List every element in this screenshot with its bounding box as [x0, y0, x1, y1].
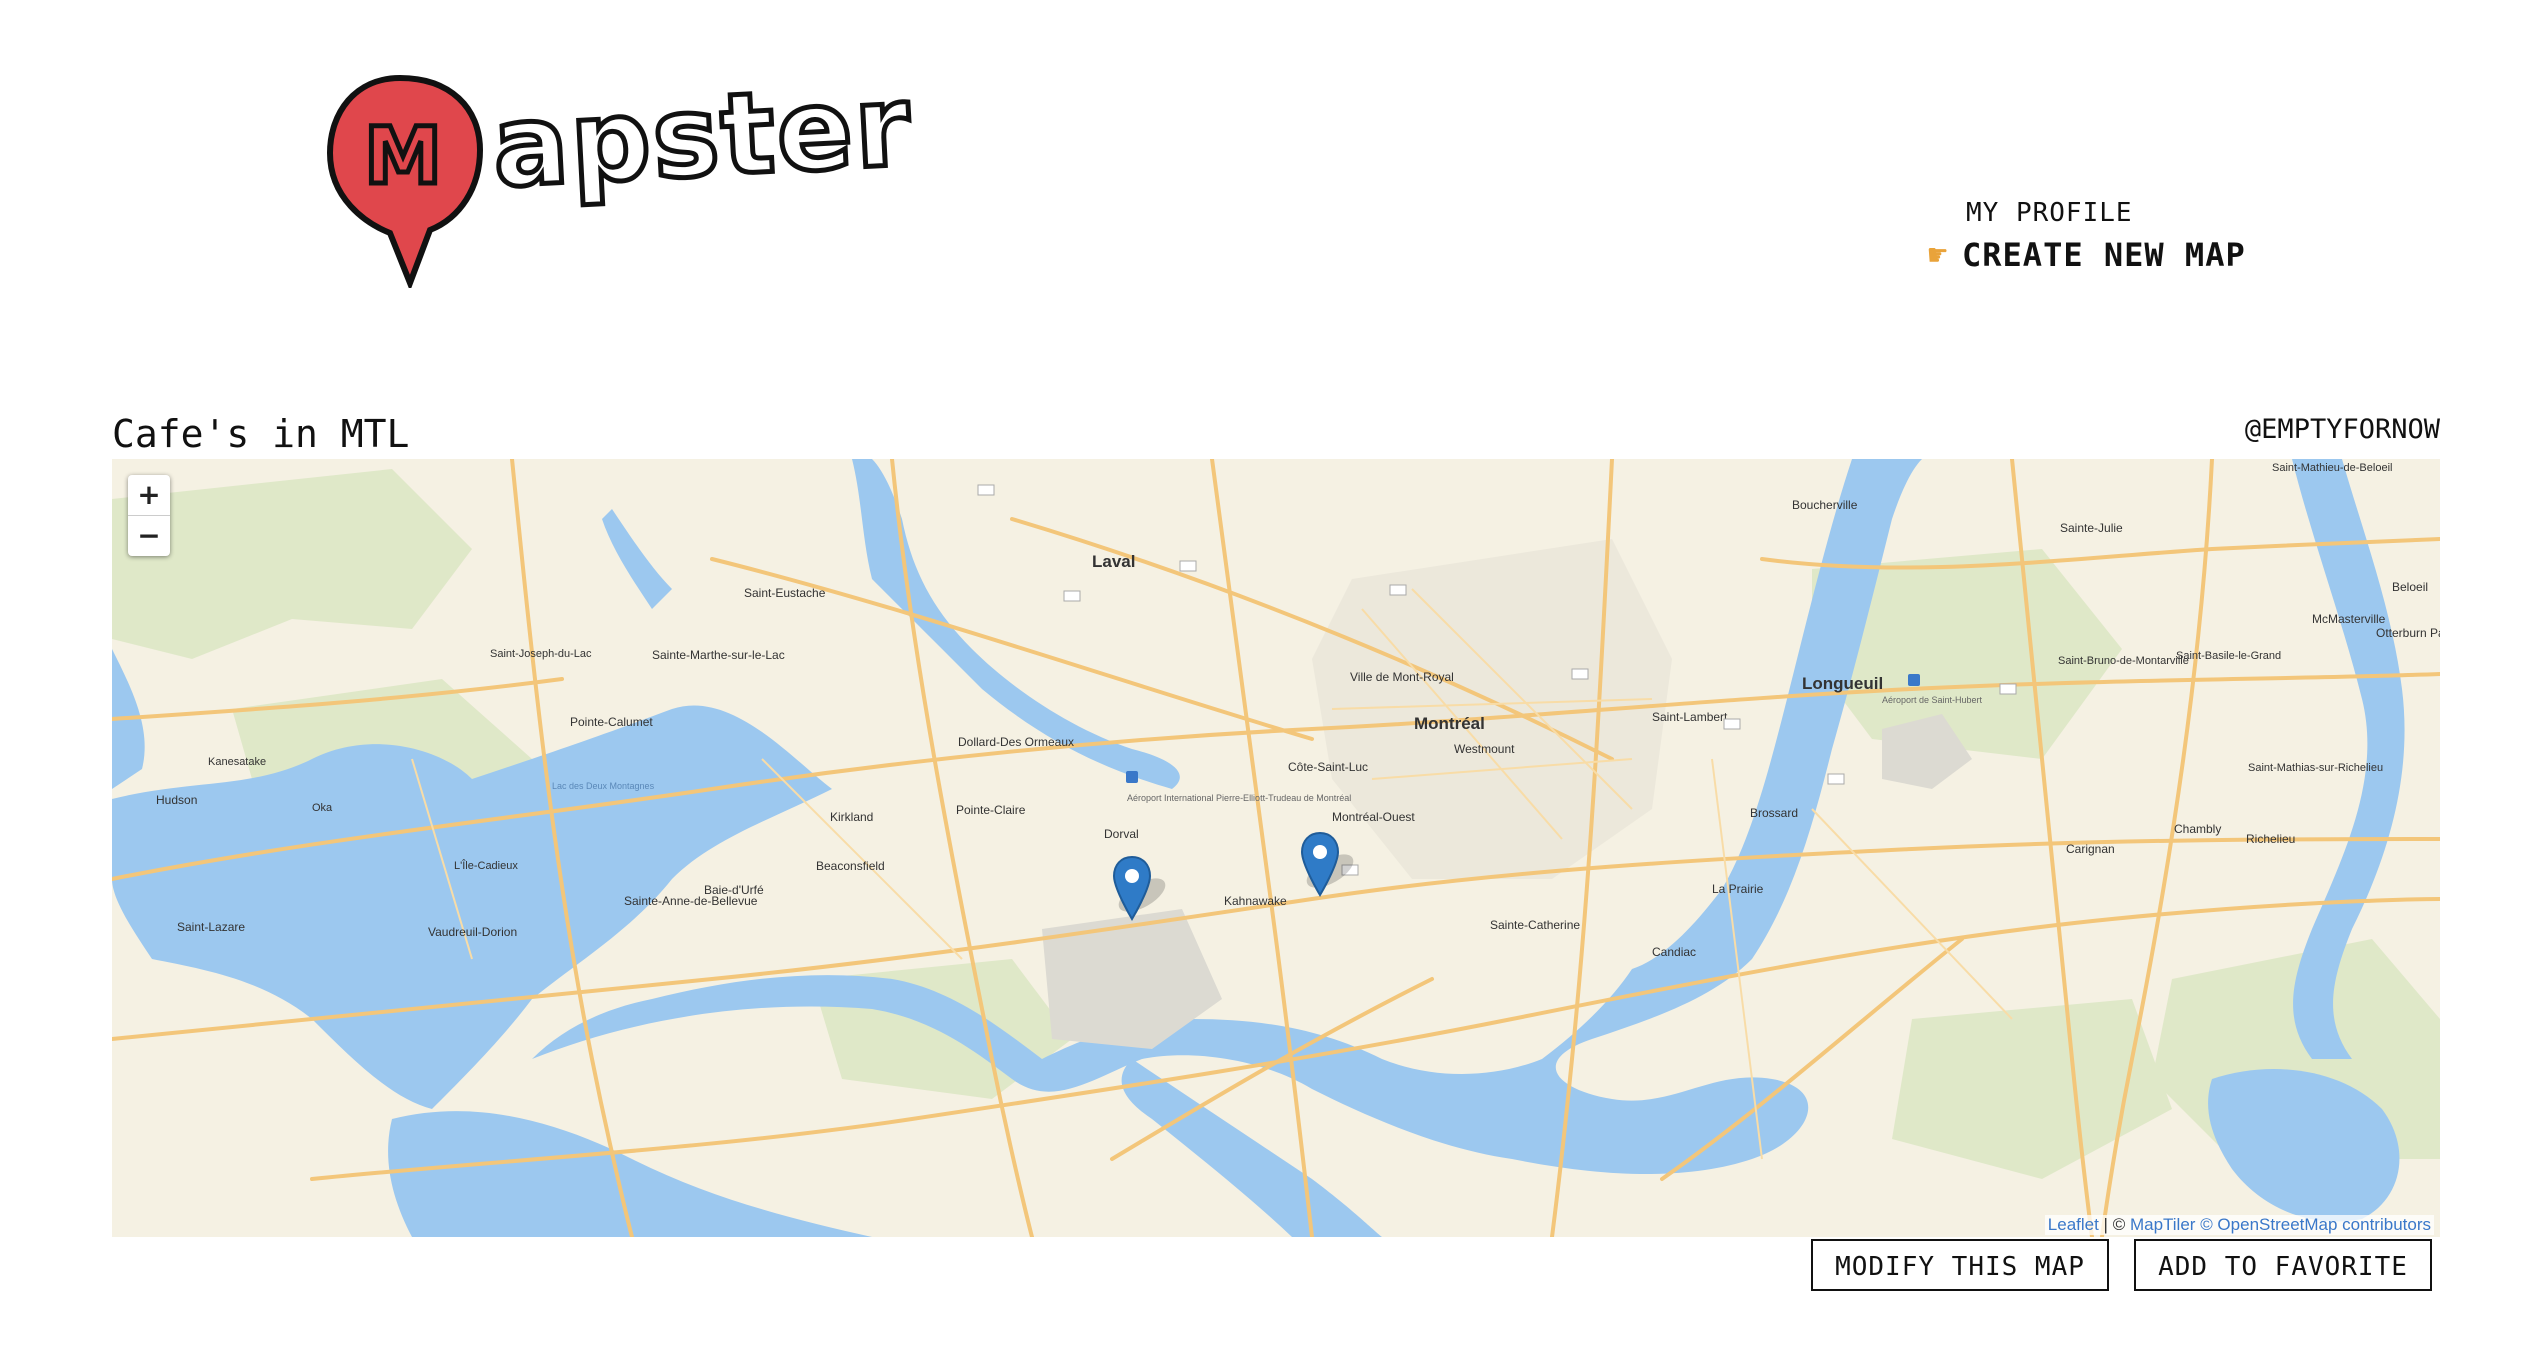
map-author[interactable]: @EMPTYFORNOW [2245, 414, 2440, 445]
nav-create-new-map-link[interactable]: ☛ CREATE NEW MAP [1928, 236, 2246, 274]
label-cote-saint-luc: Côte-Saint-Luc [1288, 760, 1368, 774]
label-ile-cadieux: L'Île-Cadieux [454, 859, 518, 872]
zoom-in-button[interactable]: + [128, 475, 170, 516]
label-beaconsfield: Beaconsfield [816, 859, 885, 873]
map-marker-pin[interactable] [1300, 831, 1340, 897]
nav-create-label: CREATE NEW MAP [1962, 236, 2246, 274]
label-saint-basile: Saint-Basile-le-Grand [2176, 650, 2281, 662]
maptiler-link[interactable]: MapTiler [2130, 1215, 2196, 1234]
label-montreal: Montréal [1414, 714, 1485, 733]
map-attribution: Leaflet | © MapTiler © OpenStreetMap con… [2044, 1215, 2434, 1235]
label-pointe-claire: Pointe-Claire [956, 803, 1026, 817]
label-kirkland: Kirkland [830, 810, 873, 824]
label-kahnawake: Kahnawake [1224, 894, 1287, 908]
label-richelieu: Richelieu [2246, 832, 2295, 846]
label-pointe-calumet: Pointe-Calumet [570, 715, 653, 729]
label-saint-eustache: Saint-Eustache [744, 586, 826, 600]
label-saint-mathias: Saint-Mathias-sur-Richelieu [2248, 762, 2383, 774]
map-pin-icon [1300, 831, 1340, 897]
label-saint-bruno: Saint-Bruno-de-Montarville [2058, 655, 2189, 667]
label-laval: Laval [1092, 552, 1135, 571]
label-beloeil: Beloeil [2392, 580, 2428, 594]
label-montreal-ouest: Montréal-Ouest [1332, 810, 1415, 824]
label-saint-lazare: Saint-Lazare [177, 920, 245, 934]
label-carignan: Carignan [2066, 842, 2115, 856]
label-la-prairie: La Prairie [1712, 882, 1764, 896]
leaflet-link[interactable]: Leaflet [2048, 1215, 2099, 1234]
osm-link[interactable]: © OpenStreetMap contributors [2200, 1215, 2431, 1234]
label-sainte-anne: Sainte-Anne-de-Bellevue [624, 894, 758, 908]
logo-graphic: M apster [326, 59, 917, 292]
label-boucherville: Boucherville [1792, 498, 1858, 512]
label-airport-sh: Aéroport de Saint-Hubert [1882, 695, 1983, 705]
label-airport: Aéroport International Pierre-Elliott-Tr… [1127, 793, 1351, 803]
label-sainte-julie: Sainte-Julie [2060, 521, 2123, 535]
label-saint-lambert: Saint-Lambert [1652, 710, 1728, 724]
label-saint-joseph: Saint-Joseph-du-Lac [490, 648, 592, 660]
label-brossard: Brossard [1750, 806, 1798, 820]
label-oka: Oka [312, 802, 333, 814]
nav-my-profile-link[interactable]: MY PROFILE [1966, 198, 2133, 228]
label-otterburn: Otterburn Pa [2376, 626, 2440, 640]
label-mcmasterville: McMasterville [2312, 612, 2386, 626]
logo-initial: M [364, 112, 442, 202]
label-candiac: Candiac [1652, 945, 1696, 959]
map-pin-icon [1112, 855, 1152, 921]
label-sainte-catherine: Sainte-Catherine [1490, 918, 1580, 932]
label-kanesatake: Kanesatake [208, 756, 266, 768]
map-canvas[interactable]: Laval Montréal Longueuil Saint-Eustache … [112, 459, 2440, 1237]
modify-map-button[interactable]: MODIFY THIS MAP [1811, 1239, 2109, 1291]
attribution-separator: | © [2098, 1215, 2130, 1234]
label-hudson: Hudson [156, 793, 197, 807]
label-lac-deux-montagnes: Lac des Deux Montagnes [552, 781, 655, 791]
label-sainte-marthe: Sainte-Marthe-sur-le-Lac [652, 648, 785, 662]
zoom-control: + − [128, 475, 170, 556]
label-dollard: Dollard-Des Ormeaux [958, 735, 1074, 749]
zoom-out-button[interactable]: − [128, 516, 170, 556]
label-longueuil: Longueuil [1802, 674, 1883, 693]
add-to-favorite-button[interactable]: ADD TO FAVORITE [2134, 1239, 2432, 1291]
map-tiles: Laval Montréal Longueuil Saint-Eustache … [112, 459, 2440, 1237]
label-dorval: Dorval [1104, 827, 1139, 841]
label-saint-mathieu: Saint-Mathieu-de-Beloeil [2272, 462, 2392, 474]
svg-text:apster: apster [490, 61, 915, 213]
pointing-hand-icon: ☛ [1928, 236, 1949, 274]
map-title: Cafe's in MTL [112, 412, 410, 456]
label-westmount: Westmount [1454, 742, 1515, 756]
label-chambly: Chambly [2174, 822, 2221, 836]
map-marker-pin[interactable] [1112, 855, 1152, 921]
mapster-logo[interactable]: M apster [325, 58, 945, 292]
label-ville-mont-royal: Ville de Mont-Royal [1350, 670, 1454, 684]
label-vaudreuil: Vaudreuil-Dorion [428, 925, 517, 939]
